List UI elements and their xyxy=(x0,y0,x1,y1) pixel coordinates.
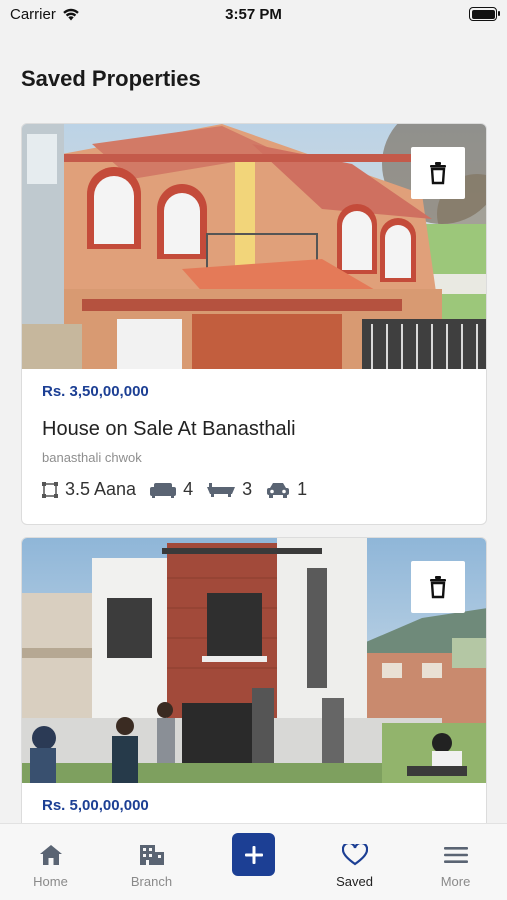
property-price: Rs. 5,00,00,000 xyxy=(42,797,149,814)
add-button[interactable] xyxy=(232,833,275,876)
delete-button[interactable] xyxy=(411,561,465,613)
property-price: Rs. 3,50,00,000 xyxy=(42,383,149,400)
trash-icon xyxy=(430,576,446,599)
building-icon xyxy=(139,845,164,865)
tab-bar: Home Branch Saved More xyxy=(0,823,507,900)
property-photo[interactable] xyxy=(22,538,486,783)
bathtub-icon xyxy=(207,482,236,497)
property-features: 3.5 Aana 4 3 1 xyxy=(42,479,466,500)
trash-icon xyxy=(430,162,446,185)
bath-feature: 3 xyxy=(207,479,252,500)
tab-saved[interactable]: Saved xyxy=(304,824,405,900)
property-card[interactable]: Rs. 5,00,00,000 xyxy=(21,537,487,837)
home-icon xyxy=(39,845,62,865)
tab-label: More xyxy=(440,874,471,889)
living-value: 4 xyxy=(183,479,194,499)
area-value: 3.5 Aana xyxy=(65,479,137,499)
heart-icon xyxy=(341,844,368,866)
plus-icon xyxy=(244,845,263,864)
area-feature: 3.5 Aana xyxy=(42,479,136,500)
tab-more[interactable]: More xyxy=(405,824,506,900)
parking-value: 1 xyxy=(297,479,308,499)
delete-button[interactable] xyxy=(411,147,465,199)
living-feature: 4 xyxy=(150,479,193,500)
tab-label: Branch xyxy=(130,874,173,889)
tab-home[interactable]: Home xyxy=(0,824,101,900)
page-title: Saved Properties xyxy=(21,66,201,91)
property-photo[interactable] xyxy=(22,124,486,369)
bath-value: 3 xyxy=(242,479,253,499)
area-icon xyxy=(42,481,58,498)
sofa-icon xyxy=(150,482,177,498)
car-icon xyxy=(267,482,290,498)
tab-label: Saved xyxy=(336,874,373,889)
parking-feature: 1 xyxy=(266,479,307,500)
status-bar: Carrier 3:57 PM xyxy=(0,0,507,30)
battery-icon xyxy=(469,7,500,21)
menu-icon xyxy=(443,847,468,863)
property-title[interactable]: House on Sale At Banasthali xyxy=(42,418,466,441)
property-location: banasthali chwok xyxy=(42,450,142,465)
property-card[interactable]: Rs. 3,50,00,000 House on Sale At Banasth… xyxy=(21,123,487,525)
tab-branch[interactable]: Branch xyxy=(101,824,202,900)
clock: 3:57 PM xyxy=(225,6,282,23)
tab-label: Home xyxy=(33,874,68,889)
